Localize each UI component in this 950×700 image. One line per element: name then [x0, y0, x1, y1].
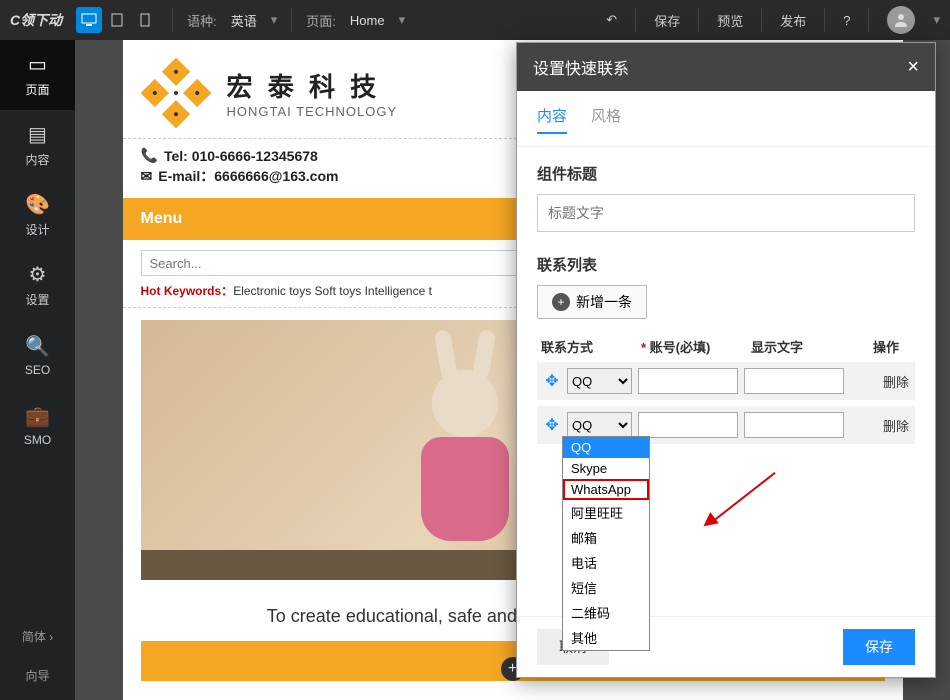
col-account: * 账号(必填): [641, 337, 751, 356]
sidebar-item-label: 内容: [25, 151, 49, 168]
dropdown-option[interactable]: 其他: [563, 625, 649, 650]
account-input[interactable]: [638, 368, 738, 394]
page-label: 页面:: [306, 11, 336, 30]
help-icon[interactable]: ?: [843, 13, 850, 28]
contact-row: ✥ QQ 删除: [537, 362, 915, 400]
drag-handle-icon[interactable]: ✥: [543, 415, 561, 435]
component-title-input[interactable]: [537, 194, 915, 232]
quick-contact-modal: 设置快速联系 × 内容 风格 组件标题 联系列表 +新增一条 联系方式 * 账号…: [516, 42, 936, 678]
lang-label: 语种:: [187, 11, 217, 30]
device-mobile-icon[interactable]: [132, 7, 158, 33]
dropdown-option[interactable]: QQ: [563, 437, 649, 458]
sidebar-item-settings[interactable]: ⚙ 设置: [0, 250, 75, 320]
add-contact-button[interactable]: +新增一条: [537, 285, 647, 319]
save-button[interactable]: 保存: [843, 629, 915, 665]
sidebar-item-pages[interactable]: ▭ 页面: [0, 40, 75, 110]
contact-row: ✥ QQ 删除 QQ Skype WhatsApp 阿里旺旺 邮箱 电话 短信 …: [537, 406, 915, 444]
content-icon: ▤: [28, 122, 47, 147]
device-tablet-icon[interactable]: [104, 7, 130, 33]
sidebar-item-label: SEO: [25, 363, 50, 377]
delete-button[interactable]: 删除: [883, 416, 909, 435]
tab-style[interactable]: 风格: [591, 105, 621, 134]
lang-select[interactable]: 英语: [231, 11, 257, 30]
sidebar-item-seo[interactable]: 🔍 SEO: [0, 320, 75, 390]
gear-icon: ⚙: [29, 262, 47, 287]
top-toolbar: C领下动 语种: 英语 ▾ 页面: Home ▾ ↶ 保存 预览 发布 ? ▾: [0, 0, 950, 40]
save-button[interactable]: 保存: [654, 11, 680, 30]
col-action: 操作: [861, 337, 911, 356]
person-add-icon: +: [552, 293, 570, 311]
dropdown-option[interactable]: Skype: [563, 458, 649, 479]
menu-label: Menu: [141, 210, 183, 228]
col-method: 联系方式: [541, 337, 641, 356]
drag-handle-icon[interactable]: ✥: [543, 371, 561, 391]
col-display: 显示文字: [751, 337, 861, 356]
bunny-toy-large: [410, 370, 520, 560]
modal-tabs: 内容 风格: [517, 91, 935, 147]
dropdown-option[interactable]: 电话: [563, 550, 649, 575]
company-logo: [141, 58, 211, 128]
method-select[interactable]: QQ: [567, 412, 632, 438]
contact-list-label: 联系列表: [537, 254, 915, 275]
dropdown-option[interactable]: 二维码: [563, 600, 649, 625]
brand-text: 宏 泰 科 技 HONGTAI TECHNOLOGY: [227, 67, 398, 119]
device-desktop-icon[interactable]: [76, 7, 102, 33]
publish-button[interactable]: 发布: [780, 11, 806, 30]
sidebar-item-smo[interactable]: 💼 SMO: [0, 390, 75, 460]
modal-title: 设置快速联系: [533, 55, 629, 79]
palette-icon: 🎨: [25, 192, 50, 217]
tab-content[interactable]: 内容: [537, 105, 567, 134]
method-dropdown: QQ Skype WhatsApp 阿里旺旺 邮箱 电话 短信 二维码 其他: [562, 436, 650, 651]
method-select[interactable]: QQ: [567, 368, 632, 394]
page-select[interactable]: Home: [350, 13, 385, 28]
sidebar-item-content[interactable]: ▤ 内容: [0, 110, 75, 180]
phone-icon: 📞: [141, 147, 158, 164]
dropdown-option[interactable]: WhatsApp: [563, 479, 649, 500]
account-input[interactable]: [638, 412, 738, 438]
dropdown-option[interactable]: 短信: [563, 575, 649, 600]
sidebar-guide[interactable]: 向导: [0, 661, 75, 690]
page-icon: ▭: [28, 52, 47, 77]
sidebar-item-label: 设置: [25, 291, 49, 308]
undo-icon[interactable]: ↶: [606, 12, 617, 28]
close-icon[interactable]: ×: [907, 56, 919, 79]
left-sidebar: ▭ 页面 ▤ 内容 🎨 设计 ⚙ 设置 🔍 SEO 💼 SMO 简体 › 向导: [0, 40, 75, 700]
brand-cn: 宏 泰 科 技: [227, 67, 398, 104]
device-switch: [76, 7, 158, 33]
sidebar-item-label: SMO: [24, 433, 51, 447]
preview-button[interactable]: 预览: [717, 11, 743, 30]
dropdown-option[interactable]: 阿里旺旺: [563, 500, 649, 525]
sidebar-item-label: 页面: [25, 81, 49, 98]
brand-en: HONGTAI TECHNOLOGY: [227, 104, 398, 119]
delete-button[interactable]: 删除: [883, 372, 909, 391]
email-icon: ✉: [141, 168, 153, 185]
dropdown-option[interactable]: 邮箱: [563, 525, 649, 550]
component-title-label: 组件标题: [537, 163, 915, 184]
sidebar-lang-switch[interactable]: 简体 ›: [0, 622, 75, 651]
avatar[interactable]: [887, 6, 915, 34]
modal-header: 设置快速联系 ×: [517, 43, 935, 91]
app-logo: C领下动: [10, 10, 62, 30]
search-icon: 🔍: [25, 334, 50, 359]
table-header: 联系方式 * 账号(必填) 显示文字 操作: [537, 331, 915, 362]
sidebar-item-label: 设计: [25, 221, 49, 238]
display-input[interactable]: [744, 368, 844, 394]
briefcase-icon: 💼: [25, 404, 50, 429]
display-input[interactable]: [744, 412, 844, 438]
sidebar-item-design[interactable]: 🎨 设计: [0, 180, 75, 250]
